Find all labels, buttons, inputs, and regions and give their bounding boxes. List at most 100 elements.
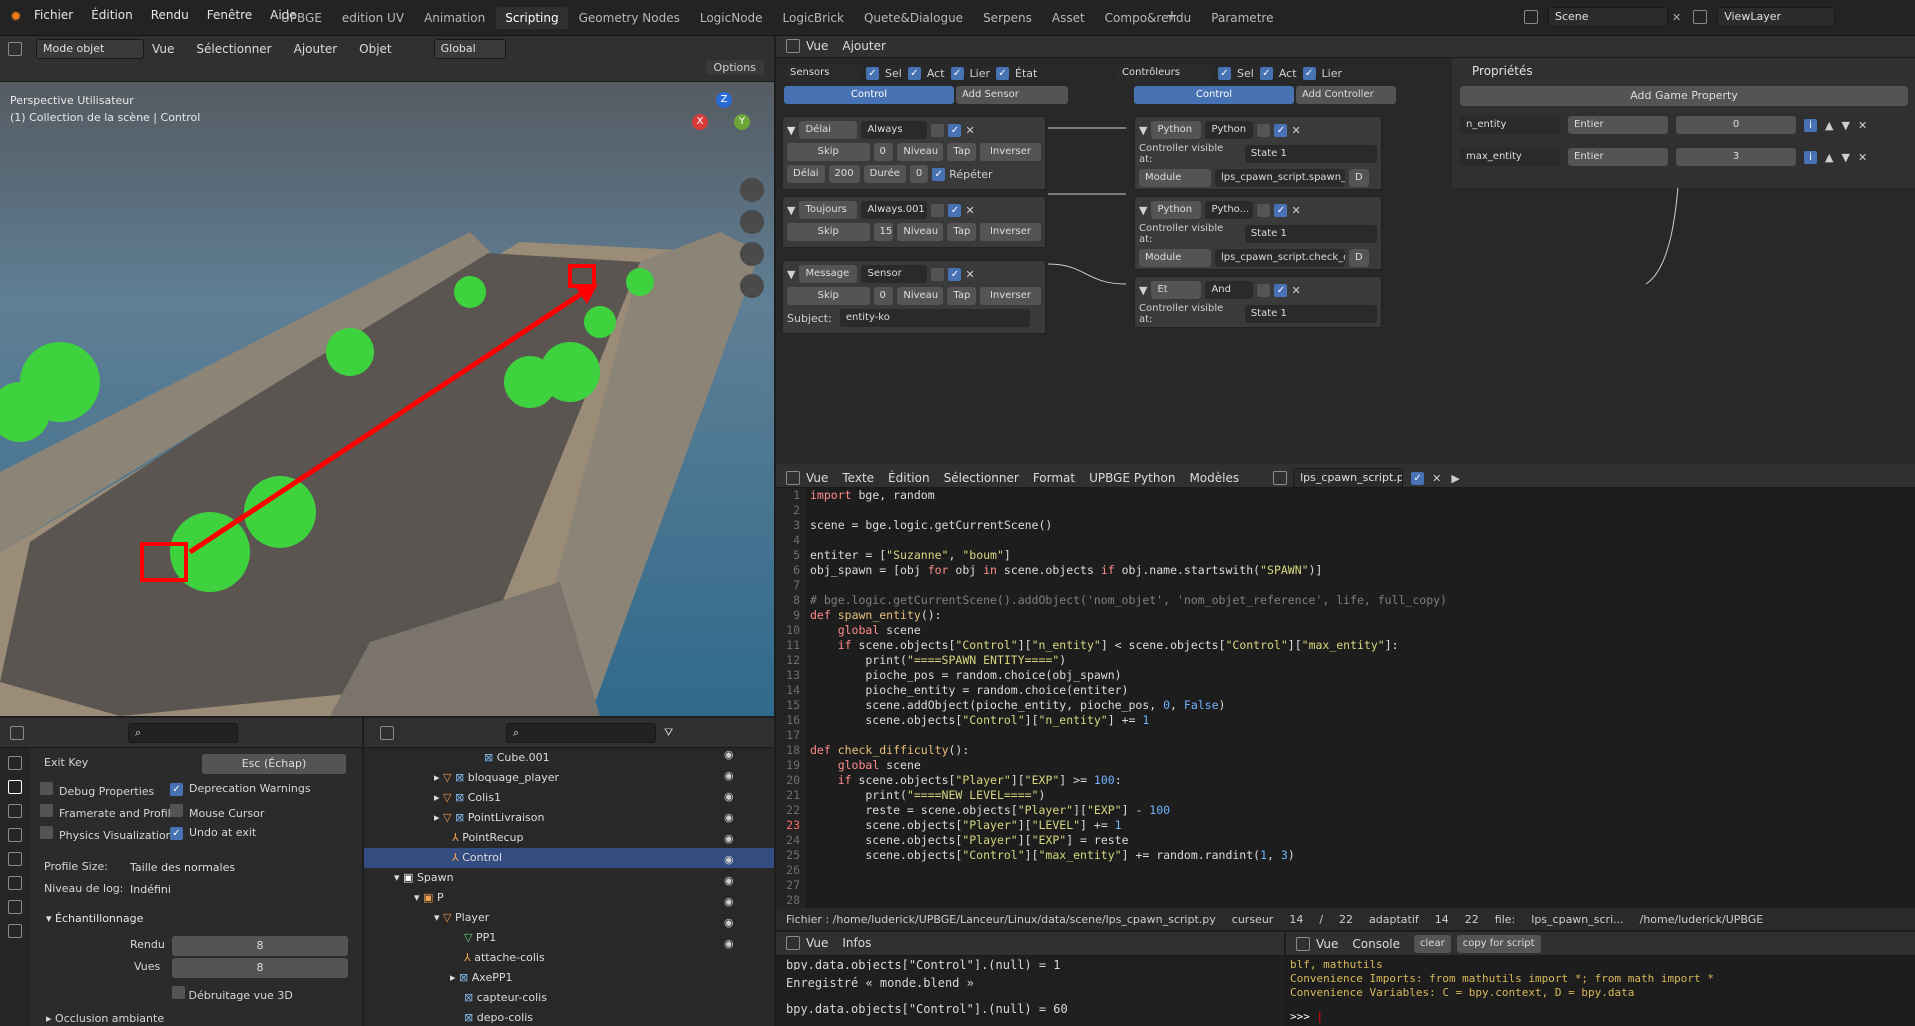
outliner-item[interactable]: ⅄ attache-colis xyxy=(464,948,545,968)
options-button[interactable]: Options xyxy=(705,60,764,75)
workspace-tab[interactable]: Animation xyxy=(415,7,494,29)
collapse-icon[interactable]: ▼ xyxy=(787,268,795,281)
viewport-menu-add[interactable]: Ajouter xyxy=(294,42,338,56)
sampling-panel-header[interactable]: ▾ Échantillonnage xyxy=(46,912,143,925)
checkbox[interactable] xyxy=(40,804,53,817)
controller-type[interactable]: Et xyxy=(1151,281,1202,299)
property-value-field[interactable]: 3 xyxy=(1676,148,1796,166)
state-select[interactable]: State 1 xyxy=(1244,145,1377,163)
pan-hand-icon[interactable] xyxy=(740,210,764,234)
bookmark-icon[interactable] xyxy=(1257,203,1271,217)
sensor-name[interactable]: Always.001 xyxy=(861,201,928,219)
pin-icon[interactable] xyxy=(931,267,945,281)
ao-panel-header[interactable]: ▸ Occlusion ambiante xyxy=(46,1012,164,1025)
viewport-3d[interactable]: Perspective Utilisateur (1) Collection d… xyxy=(0,82,774,716)
move-down-icon[interactable]: ▼ xyxy=(1841,119,1849,132)
remove-icon[interactable]: ✕ xyxy=(965,268,974,281)
add-game-property-button[interactable]: Add Game Property xyxy=(1460,86,1908,106)
controller-name[interactable]: Python xyxy=(1205,121,1254,139)
eye-icon[interactable]: ◉ xyxy=(724,832,734,845)
eye-icon[interactable]: ◉ xyxy=(724,853,734,866)
outliner-editor-icon[interactable] xyxy=(380,726,394,740)
camera-icon[interactable] xyxy=(740,242,764,266)
repeat-check[interactable]: ✓ xyxy=(932,167,946,181)
mode-select[interactable]: Module xyxy=(1139,169,1211,187)
info-icon[interactable]: i xyxy=(1804,118,1817,132)
remove-icon[interactable]: ✕ xyxy=(1291,284,1300,297)
controllers-filter[interactable]: Contrôleurs xyxy=(1116,64,1212,82)
outliner-item-selected[interactable]: ⅄ Control xyxy=(364,848,774,868)
remove-icon[interactable]: ✕ xyxy=(965,124,974,137)
scene-field[interactable]: Scene xyxy=(1548,7,1668,27)
sensor-type[interactable]: Toujours xyxy=(799,201,858,219)
text-menu-templates[interactable]: Modèles xyxy=(1189,471,1239,485)
logic-editor-icon[interactable] xyxy=(786,39,800,53)
eye-icon[interactable]: ◉ xyxy=(724,769,734,782)
act-check[interactable]: ✓ xyxy=(907,66,921,80)
outliner-item[interactable]: ▽ PP1 xyxy=(464,928,496,948)
duration-value[interactable]: 0 xyxy=(909,165,929,183)
tap-button[interactable]: Tap xyxy=(947,287,977,305)
property-type-select[interactable]: Entier xyxy=(1568,148,1668,166)
outliner-item[interactable]: ▾ ▣ Spawn xyxy=(394,868,454,888)
move-up-icon[interactable]: ▲ xyxy=(1825,119,1833,132)
menu-item[interactable]: Fenêtre xyxy=(207,8,252,22)
sensor-enable[interactable]: ✓ xyxy=(948,203,962,217)
menu-item[interactable]: Rendu xyxy=(151,8,189,22)
sensor-enable[interactable]: ✓ xyxy=(948,123,962,137)
controller-type[interactable]: Python xyxy=(1151,121,1202,139)
outliner-search[interactable]: ⌕ xyxy=(506,723,656,743)
outliner-item[interactable]: ▸ ▽ ⊠ PointLivraison xyxy=(434,808,544,828)
sensor-enable[interactable]: ✓ xyxy=(948,267,962,281)
add-controller-button[interactable]: Add Controller xyxy=(1296,86,1396,104)
property-value-field[interactable]: 0 xyxy=(1676,116,1796,134)
collapse-icon[interactable]: ▼ xyxy=(787,204,795,217)
controller-name[interactable]: And xyxy=(1205,281,1254,299)
view-layer-tab-icon[interactable] xyxy=(8,828,22,842)
viewport-samples-field[interactable]: 8 xyxy=(172,958,348,978)
close-text-icon[interactable]: ✕ xyxy=(1432,472,1441,485)
code-lines[interactable]: import bge, random scene = bge.logic.get… xyxy=(810,488,1447,863)
logic-menu-add[interactable]: Ajouter xyxy=(842,39,886,53)
collapse-icon[interactable]: ▼ xyxy=(1139,204,1147,217)
debug-check-row[interactable]: ✓ Deprecation Warnings xyxy=(170,782,311,796)
sel-check[interactable]: ✓ xyxy=(1218,66,1231,80)
debug-check-row[interactable]: Framerate and Profile xyxy=(40,804,178,820)
info-icon[interactable]: i xyxy=(1804,150,1817,164)
checkbox[interactable] xyxy=(40,782,53,795)
move-down-icon[interactable]: ▼ xyxy=(1841,151,1849,164)
move-up-icon[interactable]: ▲ xyxy=(1825,151,1833,164)
pin-icon[interactable] xyxy=(931,203,945,217)
console-menu-console[interactable]: Console xyxy=(1352,937,1400,951)
debug-check-row[interactable]: Debug Properties xyxy=(40,782,154,798)
scene-tab-icon[interactable] xyxy=(8,852,22,866)
subject-field[interactable]: entity-ko xyxy=(839,309,1030,327)
workspace-tab[interactable]: edition UV xyxy=(333,7,413,29)
grid-icon[interactable] xyxy=(740,274,764,298)
etat-check[interactable]: ✓ xyxy=(996,66,1009,80)
sensor-object-control[interactable]: Control xyxy=(784,86,954,104)
controller-enable[interactable]: ✓ xyxy=(1274,123,1288,137)
add-workspace-icon[interactable]: + xyxy=(1166,8,1178,24)
remove-icon[interactable]: ✕ xyxy=(1291,124,1300,137)
mode-select[interactable]: Module xyxy=(1139,249,1211,267)
controller-name[interactable]: Pytho... xyxy=(1205,201,1254,219)
skip-value[interactable]: 0 xyxy=(873,287,894,305)
close-icon[interactable]: ✕ xyxy=(1672,11,1681,24)
output-tab-icon[interactable] xyxy=(8,804,22,818)
level-button[interactable]: Niveau xyxy=(897,287,944,305)
checkbox[interactable]: ✓ xyxy=(170,783,183,796)
collapse-icon[interactable]: ▼ xyxy=(787,124,795,137)
invert-button[interactable]: Inverser xyxy=(980,143,1041,161)
editor-type-icon[interactable] xyxy=(8,42,22,56)
workspace-tab[interactable]: Compo&rendu xyxy=(1096,7,1201,29)
property-name-field[interactable]: max_entity xyxy=(1460,148,1560,166)
controller-enable[interactable]: ✓ xyxy=(1274,283,1288,297)
code-editor[interactable]: 1 2 3 4 5 6 7 8 9 10 11 12 13 14 15 16 17 18 19 20 21 22 23 24 2… xyxy=(776,488,1915,908)
viewlayer-field[interactable]: ViewLayer xyxy=(1717,7,1836,27)
exit-key-field[interactable]: Esc (Échap) xyxy=(202,754,346,774)
gizmo-z[interactable]: Z xyxy=(716,92,732,108)
workspace-tab[interactable]: Quete&Dialogue xyxy=(855,7,972,29)
remove-icon[interactable]: ✕ xyxy=(965,204,974,217)
eye-icon[interactable]: ◉ xyxy=(724,748,734,761)
